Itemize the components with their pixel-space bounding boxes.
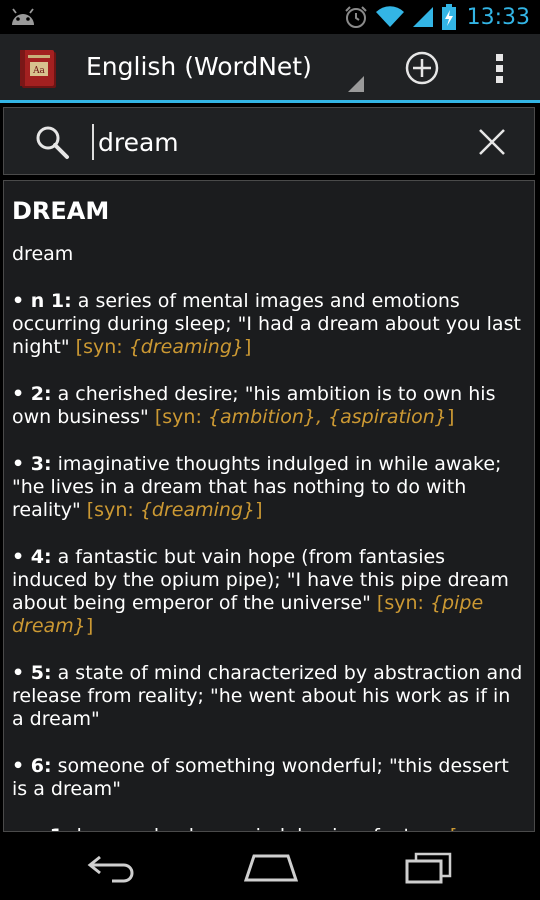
- sense-list: • n 1: a series of mental images and emo…: [12, 290, 526, 831]
- sense-number: • 5:: [12, 662, 52, 684]
- dropdown-indicator-icon[interactable]: [348, 76, 364, 92]
- action-bar-divider: [0, 100, 540, 103]
- definition-sense: • 3: imaginative thoughts indulged in wh…: [12, 453, 526, 522]
- status-icons: 13:33: [343, 0, 530, 34]
- recent-apps-icon[interactable]: [404, 852, 454, 884]
- synonym-links[interactable]: {dreaming}: [140, 499, 255, 521]
- synonyms: [syn: {dreaming}]: [87, 499, 263, 521]
- clear-icon[interactable]: [474, 124, 510, 160]
- sense-number: • 6:: [12, 755, 52, 777]
- back-icon[interactable]: [86, 853, 138, 883]
- definition-panel[interactable]: DREAM dream • n 1: a series of mental im…: [3, 180, 535, 832]
- synonyms-prefix: [syn:: [450, 825, 497, 831]
- synonyms-suffix: ]: [255, 499, 263, 521]
- synonyms-prefix: [syn:: [86, 499, 140, 521]
- overflow-menu-icon[interactable]: [486, 48, 514, 88]
- synonyms: [syn: {dreaming}]: [76, 336, 252, 358]
- synonyms-suffix: ]: [446, 406, 455, 428]
- search-input[interactable]: [92, 124, 458, 160]
- definition-sense: • 2: a cherished desire; "his ambition i…: [12, 383, 526, 429]
- svg-text:Aa: Aa: [32, 66, 45, 76]
- synonyms-suffix: ]: [243, 336, 252, 358]
- sense-text: a state of mind characterized by abstrac…: [12, 662, 523, 730]
- signal-icon: [412, 7, 433, 27]
- wifi-icon: [375, 6, 404, 28]
- synonyms-prefix: [syn:: [154, 406, 208, 428]
- status-bar: 13:33: [0, 0, 540, 34]
- battery-charging-icon: [441, 4, 456, 30]
- sense-number: • 2:: [12, 383, 52, 405]
- definition-sense: • 5: a state of mind characterized by ab…: [12, 662, 526, 731]
- sense-text: someone of something wonderful; "this de…: [12, 755, 509, 800]
- definition-sense: • 6: someone of something wonderful; "th…: [12, 755, 526, 801]
- synonyms: [syn:: [450, 825, 497, 831]
- headword: DREAM: [12, 197, 110, 225]
- sense-number: • v 1:: [12, 825, 71, 831]
- entry-word: dream: [12, 243, 74, 265]
- sense-number: • 4:: [12, 546, 52, 568]
- synonym-links[interactable]: {ambition}, {aspiration}: [208, 406, 447, 428]
- search-icon: [36, 126, 69, 159]
- dictionary-book-icon[interactable]: Aa: [14, 46, 64, 92]
- alarm-icon: [344, 6, 367, 28]
- home-icon[interactable]: [244, 852, 298, 884]
- definition-sense: • 4: a fantastic but vain hope (from fan…: [12, 546, 526, 638]
- android-notification-icon: [12, 8, 34, 25]
- search-bar: [3, 107, 535, 175]
- synonyms-prefix: [syn:: [376, 592, 430, 614]
- dictionary-selector[interactable]: English (WordNet): [86, 52, 312, 81]
- synonym-links[interactable]: {dreaming}: [129, 336, 244, 358]
- clock: 13:33: [466, 4, 530, 30]
- add-circle-icon[interactable]: [402, 48, 442, 88]
- synonyms-prefix: [syn:: [75, 336, 129, 358]
- sense-number: • 3:: [12, 453, 52, 475]
- synonyms: [syn: {ambition}, {aspiration}]: [155, 406, 455, 428]
- sense-number: • n 1:: [12, 290, 72, 312]
- definition-sense: • n 1: a series of mental images and emo…: [12, 290, 526, 359]
- synonyms-suffix: ]: [85, 615, 94, 637]
- sense-text: have a daydream; indulge in a fantasy: [71, 825, 450, 831]
- definition-sense: • v 1: have a daydream; indulge in a fan…: [12, 825, 526, 831]
